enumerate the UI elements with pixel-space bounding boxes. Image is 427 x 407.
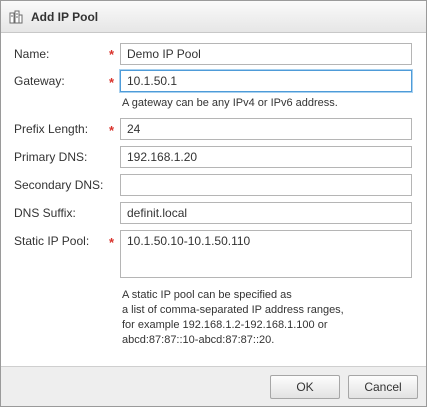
cancel-button[interactable]: Cancel: [348, 375, 418, 399]
prefix-length-label: Prefix Length:: [14, 122, 89, 136]
static-ip-pool-hint-line-3: for example 192.168.1.2-192.168.1.100 or: [122, 319, 328, 331]
ip-pool-icon: [9, 10, 23, 24]
gateway-required-marker: *: [109, 75, 115, 90]
primary-dns-label: Primary DNS:: [14, 150, 88, 164]
ok-button[interactable]: OK: [270, 375, 340, 399]
gateway-label: Gateway:: [14, 74, 65, 88]
name-label: Name:: [14, 47, 50, 61]
prefix-length-input[interactable]: 24: [120, 118, 412, 140]
add-ip-pool-dialog: Add IP Pool Name: * Demo IP Pool Gateway…: [0, 0, 427, 407]
prefix-length-required-marker: *: [109, 123, 115, 138]
static-ip-pool-label: Static IP Pool:: [14, 234, 90, 248]
dialog-titlebar: Add IP Pool: [1, 1, 426, 33]
static-ip-pool-textarea[interactable]: 10.1.50.10-10.1.50.110: [120, 230, 412, 278]
gateway-hint: A gateway can be any IPv4 or IPv6 addres…: [122, 97, 338, 109]
dns-suffix-input[interactable]: definit.local: [120, 202, 412, 224]
dialog-title: Add IP Pool: [31, 10, 99, 24]
static-ip-pool-required-marker: *: [109, 235, 115, 250]
primary-dns-input[interactable]: 192.168.1.20: [120, 146, 412, 168]
dialog-footer: OK Cancel: [1, 366, 426, 406]
static-ip-pool-hint-line-1: A static IP pool can be specified as: [122, 289, 292, 301]
dns-suffix-label: DNS Suffix:: [14, 206, 76, 220]
static-ip-pool-hint-line-4: abcd:87:87::10-abcd:87:87::20.: [122, 334, 275, 346]
secondary-dns-input[interactable]: [120, 174, 412, 196]
static-ip-pool-hint-line-2: a list of comma-separated IP address ran…: [122, 304, 344, 316]
secondary-dns-label: Secondary DNS:: [14, 178, 104, 192]
name-input[interactable]: Demo IP Pool: [120, 43, 412, 65]
gateway-input[interactable]: 10.1.50.1: [120, 70, 412, 92]
name-required-marker: *: [109, 47, 115, 62]
